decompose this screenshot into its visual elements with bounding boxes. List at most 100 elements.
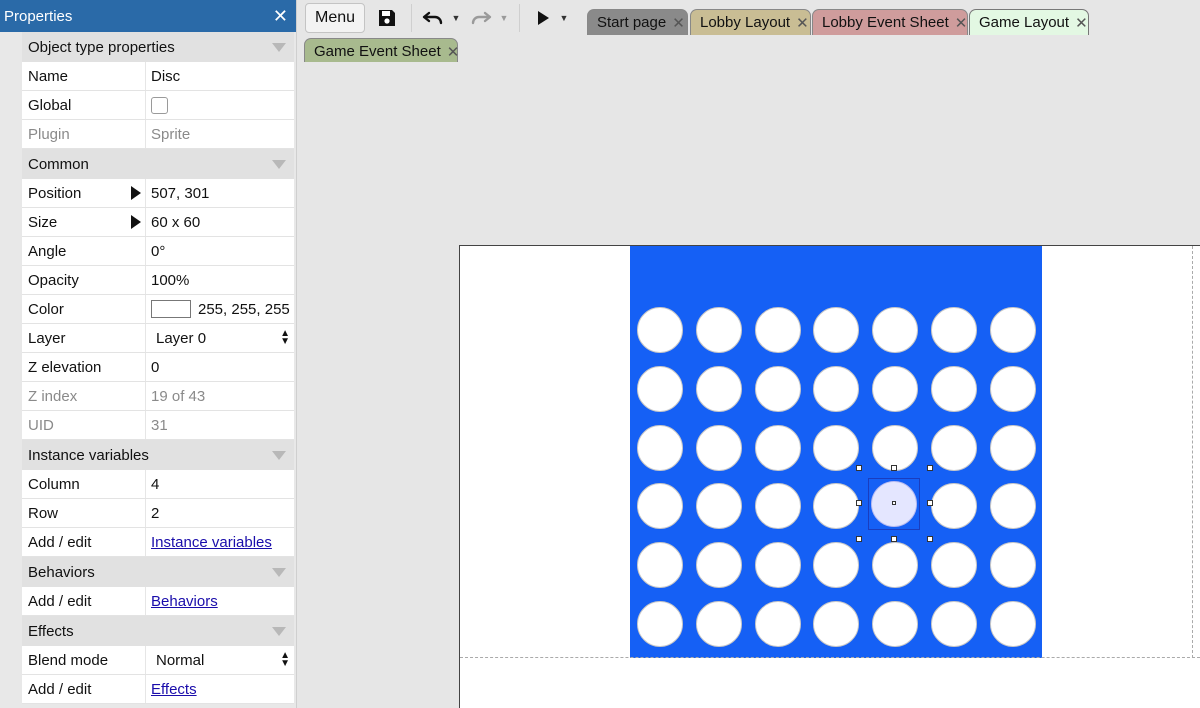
close-icon[interactable]: ✕ xyxy=(796,14,809,32)
board-hole[interactable] xyxy=(755,425,801,471)
board-hole[interactable] xyxy=(696,542,742,588)
undo-icon[interactable] xyxy=(419,3,447,33)
board-hole[interactable] xyxy=(931,601,977,647)
board-hole[interactable] xyxy=(813,542,859,588)
section-label: Behaviors xyxy=(28,563,95,581)
board-hole[interactable] xyxy=(637,307,683,353)
board-hole[interactable] xyxy=(637,542,683,588)
resize-handle[interactable] xyxy=(856,465,862,471)
close-icon[interactable]: ✕ xyxy=(1075,14,1088,32)
effects-link[interactable]: Effects xyxy=(151,681,197,698)
board-hole[interactable] xyxy=(990,366,1036,412)
board-hole[interactable] xyxy=(696,366,742,412)
board-hole[interactable] xyxy=(931,483,977,529)
board-hole[interactable] xyxy=(637,366,683,412)
board-hole[interactable] xyxy=(990,425,1036,471)
tab-start-page[interactable]: Start page ✕ xyxy=(587,9,688,35)
tab-game-event-sheet[interactable]: Game Event Sheet ✕ xyxy=(304,38,460,64)
row-value[interactable]: 2 xyxy=(146,499,294,527)
tab-lobby-layout[interactable]: Lobby Layout ✕ xyxy=(690,9,811,35)
board-hole[interactable] xyxy=(872,542,918,588)
column-value[interactable]: 4 xyxy=(146,470,294,498)
plugin-value: Sprite xyxy=(151,125,191,143)
board-hole[interactable] xyxy=(696,601,742,647)
tab-lobby-event-sheet[interactable]: Lobby Event Sheet ✕ xyxy=(812,9,968,35)
section-instance-variables[interactable]: Instance variables xyxy=(22,440,294,470)
section-object-type[interactable]: Object type properties xyxy=(22,32,294,62)
board-hole[interactable] xyxy=(696,425,742,471)
board-hole[interactable] xyxy=(813,366,859,412)
board-hole[interactable] xyxy=(931,542,977,588)
prop-label: Position xyxy=(28,184,82,202)
close-icon[interactable]: ✕ xyxy=(447,43,460,61)
play-icon[interactable] xyxy=(531,3,555,33)
redo-dropdown-caret-icon[interactable]: ▼ xyxy=(499,3,509,33)
board-hole[interactable] xyxy=(931,307,977,353)
collapse-triangle-icon[interactable] xyxy=(272,626,286,636)
board-hole[interactable] xyxy=(696,483,742,529)
board-hole[interactable] xyxy=(813,483,859,529)
opacity-value[interactable]: 100% xyxy=(146,266,294,294)
layer-select[interactable]: Layer 0 ▲ ▼ xyxy=(151,329,294,347)
expand-arrow-icon[interactable] xyxy=(131,186,141,200)
board-hole[interactable] xyxy=(990,307,1036,353)
collapse-triangle-icon[interactable] xyxy=(272,450,286,460)
tab-label: Game Event Sheet xyxy=(314,43,441,60)
board-hole[interactable] xyxy=(931,366,977,412)
board-hole[interactable] xyxy=(637,483,683,529)
close-icon[interactable]: ✕ xyxy=(273,6,288,27)
color-swatch[interactable] xyxy=(151,300,191,318)
close-icon[interactable]: ✕ xyxy=(672,14,685,32)
board-hole[interactable] xyxy=(755,601,801,647)
global-checkbox[interactable] xyxy=(151,96,168,114)
board-hole[interactable] xyxy=(755,307,801,353)
blend-mode-select[interactable]: Normal ▲ ▼ xyxy=(151,651,294,669)
board-hole[interactable] xyxy=(696,307,742,353)
collapse-triangle-icon[interactable] xyxy=(272,159,286,169)
board-hole[interactable] xyxy=(990,601,1036,647)
menu-button[interactable]: Menu xyxy=(305,3,365,33)
resize-handle[interactable] xyxy=(927,536,933,542)
board-hole[interactable] xyxy=(755,366,801,412)
collapse-triangle-icon[interactable] xyxy=(272,42,286,52)
board-hole[interactable] xyxy=(813,425,859,471)
board-hole[interactable] xyxy=(813,307,859,353)
board-hole[interactable] xyxy=(872,366,918,412)
board-hole[interactable] xyxy=(990,542,1036,588)
origin-point[interactable] xyxy=(892,501,896,505)
board-hole[interactable] xyxy=(990,483,1036,529)
section-effects[interactable]: Effects xyxy=(22,616,294,646)
board-hole[interactable] xyxy=(872,601,918,647)
tab-game-layout[interactable]: Game Layout ✕ xyxy=(969,9,1089,35)
resize-handle[interactable] xyxy=(856,500,862,506)
save-icon[interactable] xyxy=(373,3,401,33)
section-behaviors[interactable]: Behaviors xyxy=(22,557,294,587)
board-hole[interactable] xyxy=(637,425,683,471)
board-hole[interactable] xyxy=(755,483,801,529)
size-value[interactable]: 60 x 60 xyxy=(146,208,294,236)
expand-arrow-icon[interactable] xyxy=(131,215,141,229)
board-hole[interactable] xyxy=(637,601,683,647)
angle-value[interactable]: 0° xyxy=(146,237,294,265)
behaviors-link[interactable]: Behaviors xyxy=(151,593,218,610)
position-value[interactable]: 507, 301 xyxy=(146,179,294,207)
resize-handle[interactable] xyxy=(891,536,897,542)
instance-variables-link[interactable]: Instance variables xyxy=(151,534,272,551)
resize-handle[interactable] xyxy=(927,500,933,506)
play-dropdown-caret-icon[interactable]: ▼ xyxy=(559,3,569,33)
board-hole[interactable] xyxy=(755,542,801,588)
resize-handle[interactable] xyxy=(927,465,933,471)
z-elevation-value[interactable]: 0 xyxy=(146,353,294,381)
section-common[interactable]: Common xyxy=(22,149,294,179)
undo-dropdown-caret-icon[interactable]: ▼ xyxy=(451,3,461,33)
board-hole[interactable] xyxy=(931,425,977,471)
color-value[interactable]: 255, 255, 255 xyxy=(198,301,290,318)
board-hole[interactable] xyxy=(813,601,859,647)
collapse-triangle-icon[interactable] xyxy=(272,567,286,577)
board-hole[interactable] xyxy=(872,307,918,353)
name-value[interactable]: Disc xyxy=(146,62,294,90)
redo-icon[interactable] xyxy=(467,3,495,33)
close-icon[interactable]: ✕ xyxy=(955,14,968,32)
resize-handle[interactable] xyxy=(891,465,897,471)
resize-handle[interactable] xyxy=(856,536,862,542)
